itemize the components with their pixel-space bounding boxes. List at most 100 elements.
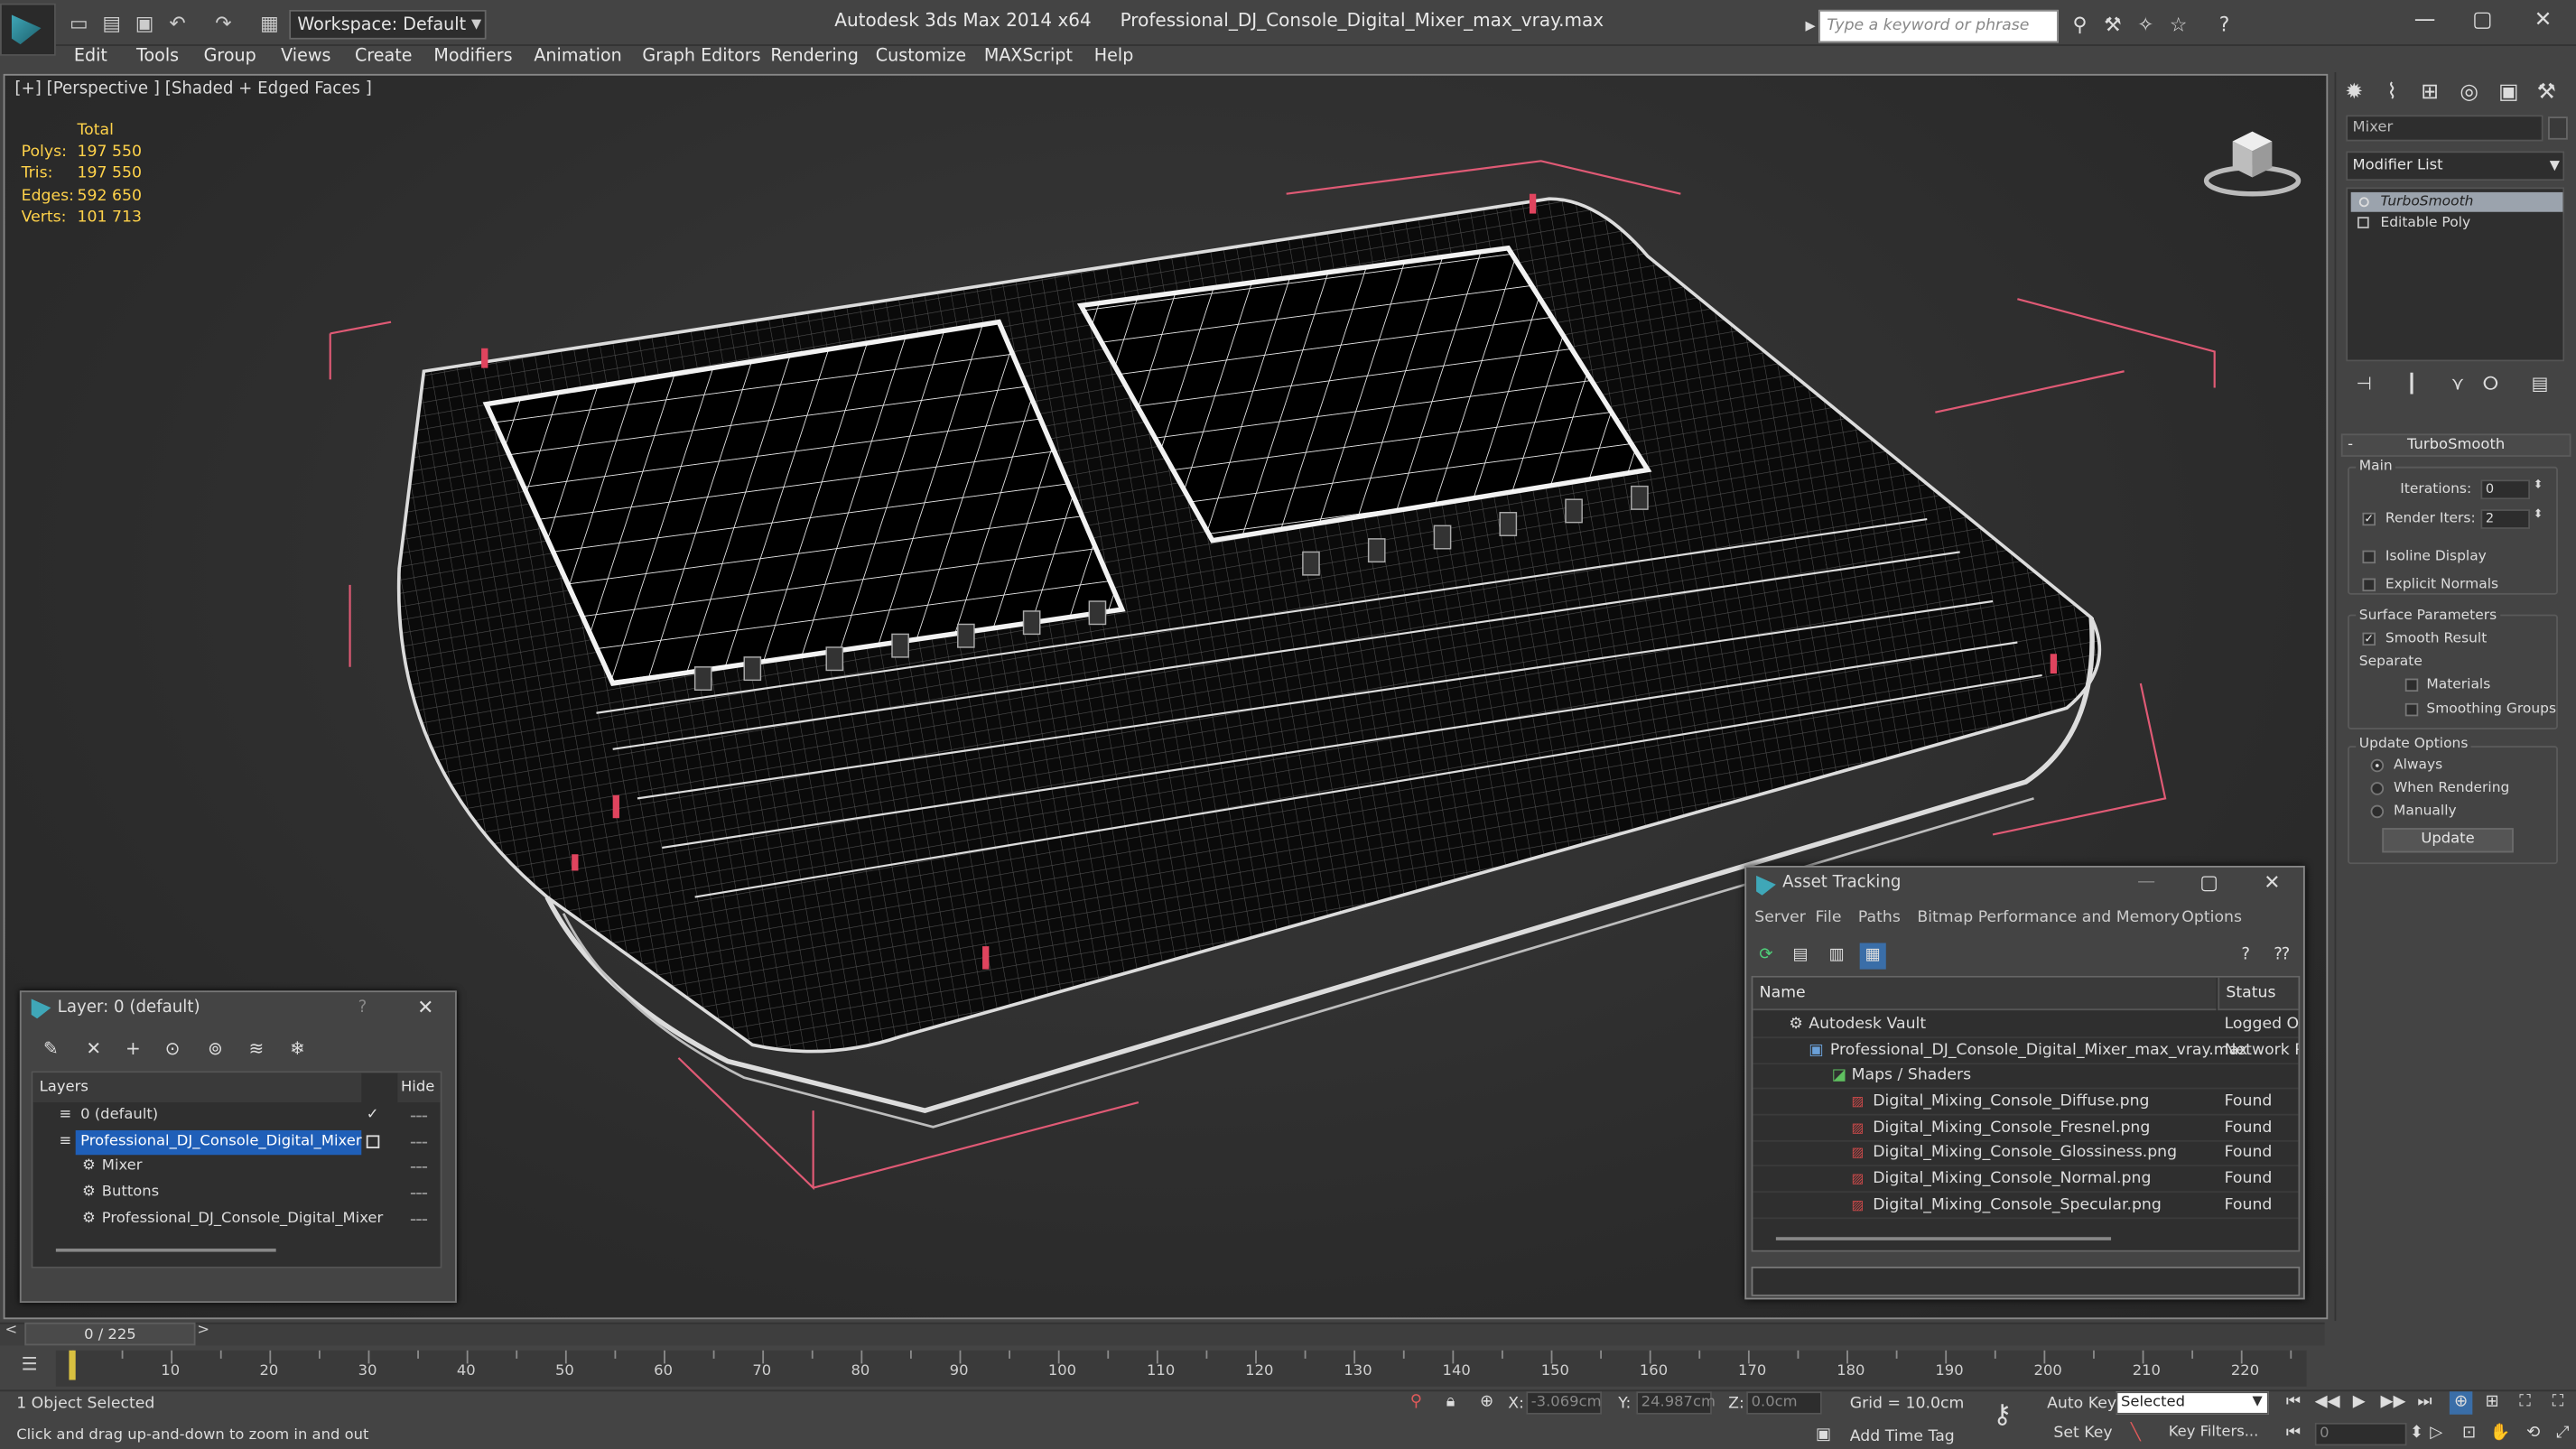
modifier-list-dropdown[interactable]: Modifier List <box>2346 151 2565 181</box>
key-mode-icon[interactable]: ⏮ <box>2282 1423 2304 1445</box>
zoom-extents-icon[interactable]: ⛶ <box>2514 1391 2536 1414</box>
auto-key-button[interactable]: Auto Key <box>2047 1395 2116 1413</box>
set-current-box[interactable] <box>366 1135 380 1148</box>
table-view-icon[interactable]: ▦ <box>1859 943 1886 970</box>
zoom-region-icon[interactable]: ⊡ <box>2458 1423 2480 1445</box>
refresh-icon[interactable]: ⟳ <box>1753 943 1779 970</box>
previous-frame-icon[interactable]: ◀◀ <box>2315 1391 2340 1414</box>
column-header-layers[interactable]: Layers <box>33 1073 362 1103</box>
horizontal-scrollbar[interactable] <box>1775 1237 2112 1240</box>
close-icon[interactable]: ✕ <box>2518 6 2568 36</box>
chevron-down-icon[interactable]: ▼ <box>467 10 487 40</box>
asset-row[interactable]: ⚙Autodesk VaultLogged Ou <box>1753 1012 2299 1038</box>
column-header-status[interactable]: Status <box>2218 977 2299 1011</box>
track-bar[interactable]: 10 20 30 40 50 60 70 80 90 100 110 120 130 140 150 160 1… <box>55 1350 2307 1387</box>
make-unique-icon[interactable]: ⋎ <box>2444 371 2470 397</box>
y-coordinate-field[interactable]: 24.987cm <box>1636 1391 1716 1415</box>
mini-curve-editor-icon[interactable]: ☰ <box>16 1353 42 1379</box>
next-frame-icon[interactable]: ▶▶ <box>2380 1391 2405 1414</box>
menu-rendering[interactable]: Rendering <box>770 46 859 66</box>
object-name-field[interactable]: Mixer <box>2346 115 2543 142</box>
asset-row[interactable]: ▣ Professional_DJ_Console_Digital_Mixer_m… <box>1753 1038 2299 1064</box>
iterations-spinner[interactable]: 0 <box>2480 479 2531 500</box>
time-slider-handle[interactable]: 0 / 225 <box>24 1322 196 1346</box>
asset-row[interactable]: ▨ Digital_Mixing_Console_Fresnel.png Found <box>1753 1116 2299 1142</box>
chevron-down-icon[interactable]: ▼ <box>2253 1393 2263 1407</box>
help-icon[interactable]: ? <box>2233 943 2259 970</box>
layer-row[interactable]: ⚙ Buttons <box>33 1181 440 1205</box>
highlight-layer-icon[interactable]: ⊚ <box>202 1036 228 1063</box>
asset-row[interactable]: ▨ Digital_Mixing_Console_Normal.png Found <box>1753 1166 2299 1193</box>
favorites-star-icon[interactable]: ☆ <box>2165 12 2191 38</box>
layer-row[interactable]: ≡ 0 (default) ✓ <box>33 1104 440 1129</box>
maximize-viewport-icon[interactable]: ⤢ <box>2552 1423 2574 1445</box>
add-time-tag[interactable]: Add Time Tag <box>1850 1427 1955 1445</box>
smooth-result-checkbox[interactable]: ✓ <box>2362 632 2376 646</box>
list-view-icon[interactable]: ▤ <box>1788 943 1814 970</box>
asset-row[interactable]: ▨ Digital_Mixing_Console_Glossiness.png Fo… <box>1753 1140 2299 1166</box>
zoom-all-icon[interactable]: ⊞ <box>2480 1391 2503 1414</box>
layer-row[interactable]: ⚙ Professional_DJ_Console_Digital_Mixer <box>33 1207 440 1231</box>
object-color-swatch[interactable] <box>2548 116 2568 140</box>
modify-tab-icon[interactable]: ⌇ <box>2377 79 2407 108</box>
menu-create[interactable]: Create <box>355 46 412 66</box>
workspace-dropdown[interactable]: Workspace: Default <box>289 9 487 40</box>
materials-checkbox[interactable] <box>2404 678 2419 692</box>
hierarchy-tab-icon[interactable]: ⊞ <box>2415 79 2445 108</box>
always-radio[interactable] <box>2370 758 2385 773</box>
minimize-icon[interactable]: — <box>2137 870 2155 892</box>
isoline-display-checkbox[interactable] <box>2362 550 2376 564</box>
render-iters-spinner[interactable]: 2 <box>2480 509 2531 529</box>
show-end-result-icon[interactable]: ┃ <box>2398 371 2424 397</box>
menu-customize[interactable]: Customize <box>876 46 966 66</box>
smoothing-groups-checkbox[interactable] <box>2404 702 2419 717</box>
help-icon[interactable]: ? <box>2211 12 2237 38</box>
isolate-selection-icon[interactable]: ⚲ <box>1405 1391 1427 1414</box>
asset-menu-options[interactable]: Options <box>2181 908 2242 926</box>
orbit-icon[interactable]: ⟲ <box>2522 1423 2544 1445</box>
render-iters-checkbox[interactable]: ✓ <box>2362 512 2376 526</box>
set-key-button[interactable]: Set Key <box>2053 1425 2112 1443</box>
close-icon[interactable]: ✕ <box>2264 870 2280 893</box>
update-button[interactable]: Update <box>2382 828 2514 853</box>
absolute-mode-icon[interactable]: ⊕ <box>1475 1391 1498 1414</box>
default-tangent-icon[interactable]: ╲ <box>2125 1423 2147 1445</box>
spinner-arrows-icon[interactable]: ⬍ <box>2534 478 2543 492</box>
subscription-icon[interactable]: ⚒ <box>2099 12 2125 38</box>
asset-menu-server[interactable]: Server <box>1754 908 1806 926</box>
go-to-end-icon[interactable]: ⏭ <box>2413 1391 2436 1414</box>
pan-hand-icon[interactable]: ✋ <box>2489 1423 2512 1445</box>
pin-stack-icon[interactable]: ⊣ <box>2351 371 2377 397</box>
delete-layer-icon[interactable]: ✕ <box>80 1036 107 1063</box>
asset-row[interactable]: ▨ Digital_Mixing_Console_Diffuse.png Found <box>1753 1089 2299 1116</box>
asset-menu-bitmap[interactable]: Bitmap Performance and Memory <box>1917 908 2180 926</box>
key-selection-dropdown[interactable]: Selected <box>2116 1391 2269 1415</box>
menu-views[interactable]: Views <box>281 46 330 66</box>
play-icon[interactable]: ▶ <box>2348 1391 2370 1414</box>
spinner-arrows-icon[interactable]: ⬍ <box>2534 507 2543 521</box>
expand-icon[interactable] <box>2357 217 2369 228</box>
display-tab-icon[interactable]: ▣ <box>2494 79 2524 108</box>
asset-menu-file[interactable]: File <box>1816 908 1842 926</box>
create-tab-icon[interactable]: ✹ <box>2339 79 2369 108</box>
stack-item-editable-poly[interactable]: Editable Poly <box>2351 214 2563 234</box>
zoom-icon[interactable]: ⊕ <box>2449 1391 2473 1415</box>
undo-icon[interactable]: ↶ <box>164 10 191 36</box>
field-of-view-icon[interactable]: ▷ <box>2425 1423 2448 1445</box>
layer-row[interactable]: ⚙ Mixer <box>33 1155 440 1179</box>
menu-group[interactable]: Group <box>204 46 256 66</box>
time-slider-track[interactable] <box>0 1322 2325 1346</box>
menu-maxscript[interactable]: MAXScript <box>984 46 1073 66</box>
column-header-name[interactable]: Name <box>1753 977 2217 1011</box>
remove-modifier-icon[interactable]: ⵔ <box>2478 371 2504 397</box>
create-layer-icon[interactable]: ✎ <box>38 1036 64 1063</box>
current-frame-field[interactable]: 0 <box>2314 1422 2407 1446</box>
hide-all-icon[interactable]: ≋ <box>243 1036 269 1063</box>
zoom-extents-all-icon[interactable]: ⛶ <box>2546 1391 2569 1414</box>
menu-graph-editors[interactable]: Graph Editors <box>642 46 760 66</box>
select-objects-icon[interactable]: ⊙ <box>159 1036 185 1063</box>
configure-sets-icon[interactable]: ▤ <box>2526 371 2553 397</box>
redo-icon[interactable]: ↷ <box>210 10 237 36</box>
motion-tab-icon[interactable]: ◎ <box>2454 79 2484 108</box>
minimize-icon[interactable]: — <box>2400 6 2450 36</box>
